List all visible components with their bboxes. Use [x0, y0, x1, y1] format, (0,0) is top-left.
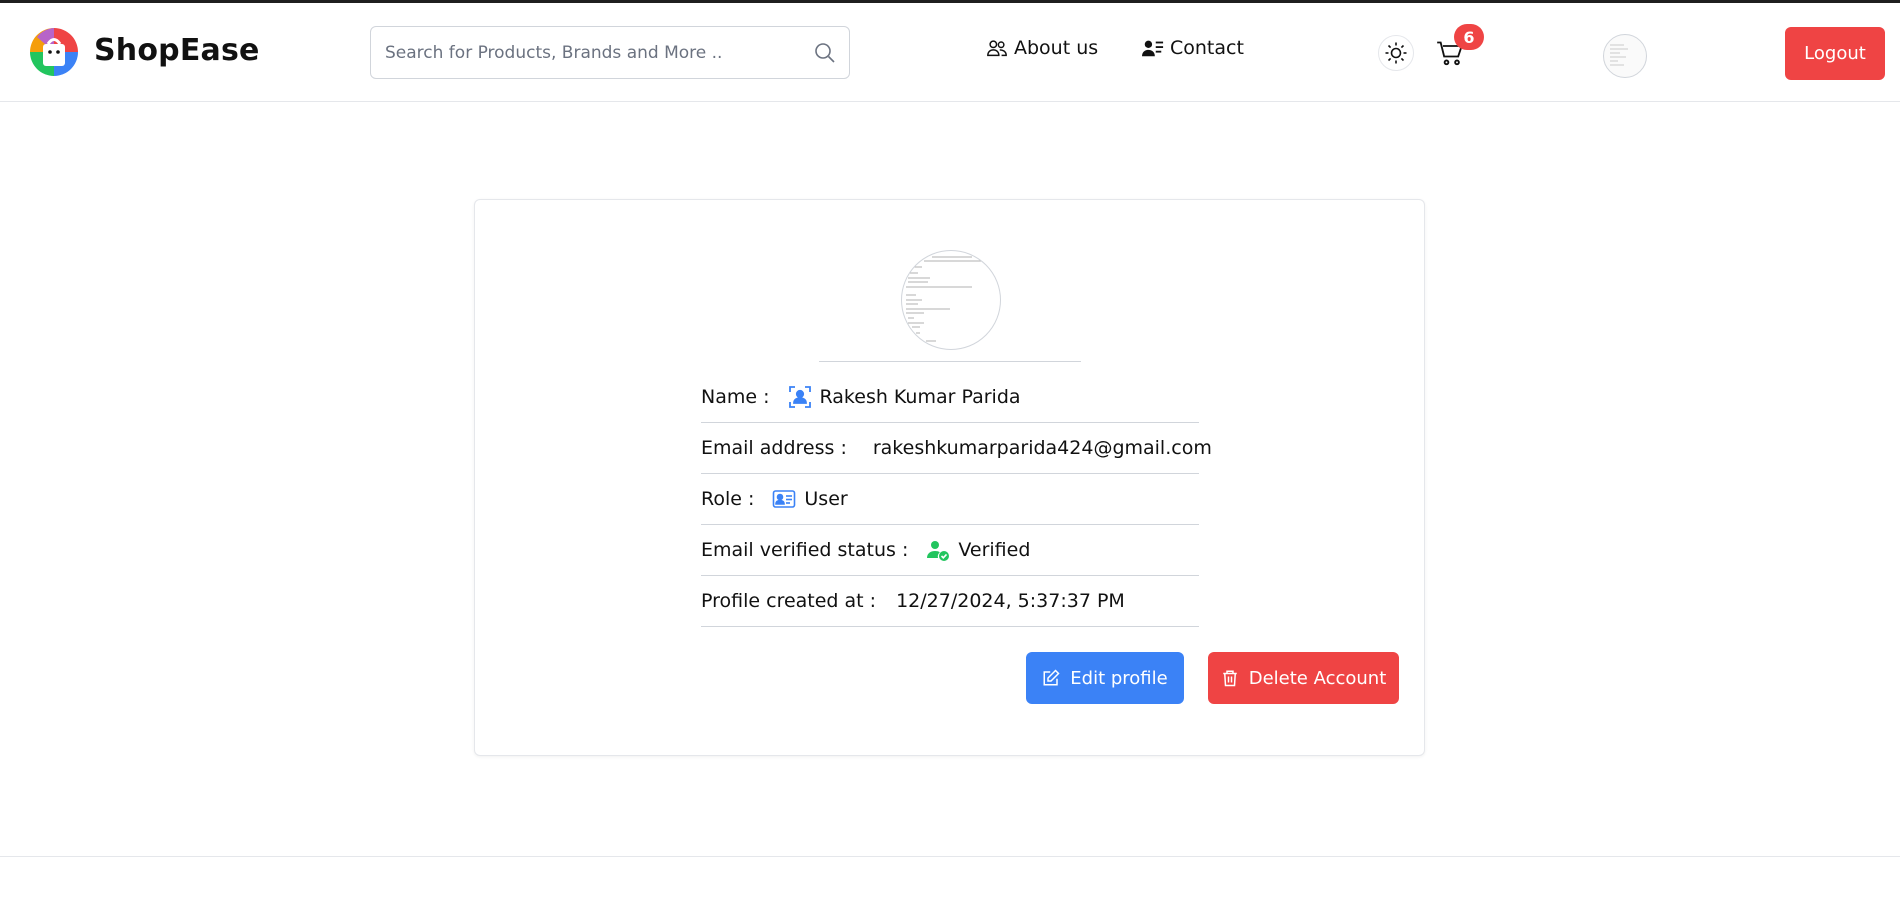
profile-row-email: Email address : rakeshkumarparida424@gma… — [701, 423, 1212, 474]
users-icon — [987, 40, 1007, 57]
profile-picture — [901, 250, 1001, 350]
email-label: Email address : — [701, 437, 847, 459]
delete-account-button[interactable]: Delete Account — [1208, 652, 1399, 704]
edit-icon — [1043, 669, 1060, 686]
user-avatar[interactable] — [1603, 34, 1647, 78]
verified-label: Email verified status : — [701, 539, 909, 561]
created-label: Profile created at : — [701, 590, 877, 612]
profile-row-name: Name : Rakesh Kumar Parida — [701, 372, 1199, 423]
profile-row-created: Profile created at : 12/27/2024, 5:37:37… — [701, 576, 1199, 627]
created-value: 12/27/2024, 5:37:37 PM — [896, 590, 1125, 612]
contact-label: Contact — [1170, 37, 1244, 59]
delete-account-label: Delete Account — [1248, 667, 1387, 689]
search-input[interactable] — [385, 27, 785, 78]
email-value: rakeshkumarparida424@gmail.com — [872, 437, 1212, 459]
role-value: User — [804, 488, 848, 510]
trash-icon — [1222, 670, 1237, 687]
footer-divider — [0, 856, 1900, 857]
nav-about-link[interactable]: About us — [986, 37, 1098, 59]
navbar: ShopEase About us Contact — [0, 3, 1900, 102]
nav-contact-link[interactable]: Contact — [1142, 37, 1244, 59]
logout-button[interactable]: Logout — [1785, 27, 1885, 80]
profile-row-verified: Email verified status : Verified — [701, 525, 1199, 576]
cart-count-badge: 6 — [1454, 24, 1484, 50]
user-scan-icon — [788, 386, 811, 408]
avatar-thumbnail — [1610, 44, 1628, 66]
brand-name[interactable]: ShopEase — [94, 33, 260, 68]
profile-picture-image — [906, 256, 982, 342]
contact-card-icon — [1142, 40, 1164, 57]
search-bar — [370, 26, 850, 79]
name-value: Rakesh Kumar Parida — [819, 386, 1021, 408]
picture-divider — [819, 361, 1081, 362]
edit-profile-button[interactable]: Edit profile — [1026, 652, 1184, 704]
search-icon[interactable] — [813, 41, 837, 65]
about-label: About us — [1014, 37, 1099, 59]
id-card-icon — [773, 490, 796, 508]
sun-icon — [1385, 42, 1407, 64]
profile-card: Name : Rakesh Kumar Parida Email address… — [474, 199, 1425, 756]
edit-profile-label: Edit profile — [1070, 667, 1168, 689]
name-label: Name : — [701, 386, 770, 408]
role-label: Role : — [701, 488, 755, 510]
shopease-logo[interactable] — [29, 27, 79, 77]
user-check-icon — [927, 541, 950, 561]
verified-value: Verified — [958, 539, 1031, 561]
profile-row-role: Role : User — [701, 474, 1199, 525]
theme-toggle-button[interactable] — [1378, 35, 1414, 71]
